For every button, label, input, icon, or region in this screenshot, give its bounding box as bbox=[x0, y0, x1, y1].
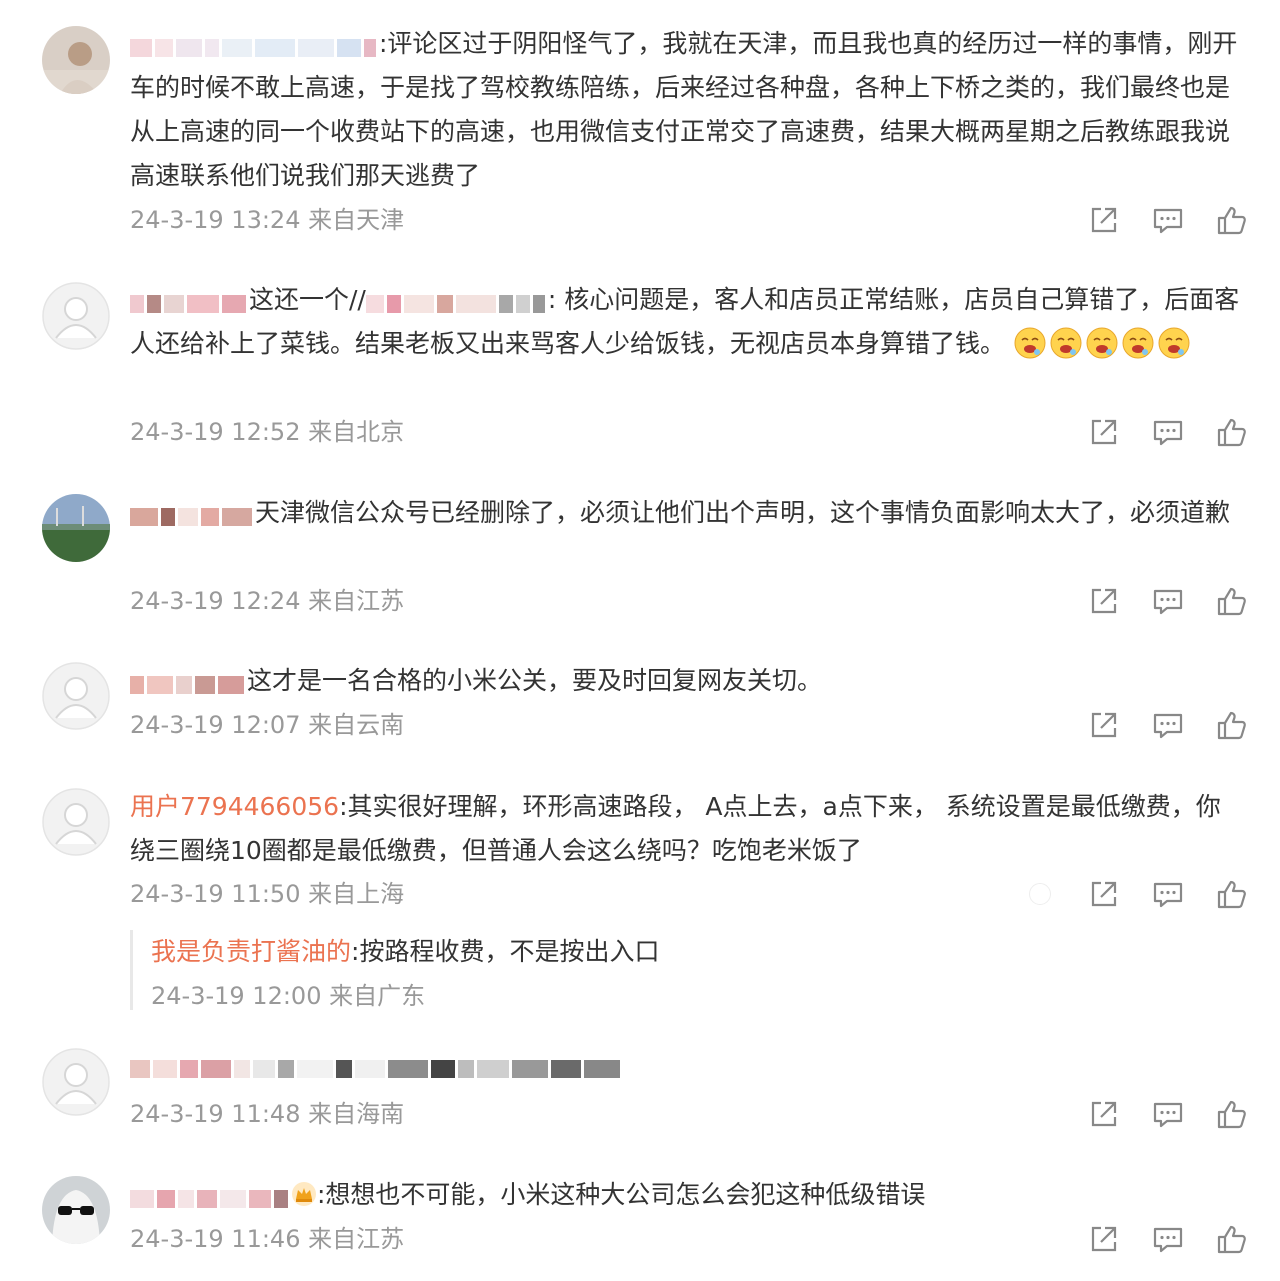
emoji-row bbox=[1005, 327, 1193, 359]
action-bar bbox=[1084, 1094, 1254, 1134]
like-icon[interactable] bbox=[1214, 583, 1250, 619]
avatar[interactable] bbox=[42, 1176, 110, 1244]
avatar[interactable] bbox=[42, 282, 110, 350]
comment-meta: 24-3-19 11:46 来自江苏 bbox=[130, 1225, 405, 1253]
reply-username-link[interactable]: 我是负责打酱油的 bbox=[151, 937, 351, 966]
share-icon[interactable] bbox=[1086, 202, 1122, 238]
like-icon[interactable] bbox=[1214, 1096, 1250, 1132]
reply-meta: 24-3-19 12:00 来自广东 bbox=[151, 982, 426, 1010]
like-icon[interactable] bbox=[1214, 202, 1250, 238]
avatar[interactable] bbox=[42, 788, 110, 856]
comment-text: :想想也不可能，小米这种大公司怎么会犯这种低级错误 bbox=[130, 1173, 1245, 1217]
like-icon[interactable] bbox=[1214, 414, 1250, 450]
blurred-username[interactable] bbox=[130, 494, 255, 526]
username-link[interactable]: 用户7794466056 bbox=[130, 792, 339, 821]
comment-meta: 24-3-19 11:48 来自海南 bbox=[130, 1100, 405, 1128]
crown-badge-icon bbox=[292, 1182, 316, 1206]
share-icon[interactable] bbox=[1086, 1096, 1122, 1132]
drooling-face-emoji bbox=[1122, 327, 1154, 359]
avatar[interactable] bbox=[42, 1048, 110, 1116]
comment-icon[interactable] bbox=[1150, 876, 1186, 912]
comment-icon[interactable] bbox=[1150, 1096, 1186, 1132]
comment-icon[interactable] bbox=[1150, 202, 1186, 238]
comment-meta: 24-3-19 11:50 来自上海 bbox=[130, 880, 405, 908]
comment-meta: 24-3-19 12:52 来自北京 bbox=[130, 418, 405, 446]
comment-icon[interactable] bbox=[1150, 707, 1186, 743]
comment-text: :评论区过于阴阳怪气了，我就在天津，而且我也真的经历过一样的事情，刚开车的时候不… bbox=[130, 22, 1245, 198]
avatar[interactable] bbox=[42, 26, 110, 94]
comment-meta: 24-3-19 13:24 来自天津 bbox=[130, 206, 405, 234]
blurred-username[interactable] bbox=[130, 281, 249, 313]
blurred-username[interactable] bbox=[130, 662, 247, 694]
share-icon[interactable] bbox=[1086, 414, 1122, 450]
share-icon[interactable] bbox=[1086, 1221, 1122, 1257]
blurred-username[interactable] bbox=[365, 281, 548, 313]
comment-text: 这才是一名合格的小米公关，要及时回复网友关切。 bbox=[130, 659, 1245, 703]
drooling-face-emoji bbox=[1086, 327, 1118, 359]
blurred-username[interactable] bbox=[130, 25, 379, 57]
like-icon[interactable] bbox=[1214, 1221, 1250, 1257]
action-bar bbox=[1084, 581, 1254, 621]
comment-meta: 24-3-19 12:07 来自云南 bbox=[130, 711, 405, 739]
like-icon[interactable] bbox=[1214, 707, 1250, 743]
blurred-username[interactable] bbox=[130, 1176, 291, 1208]
drooling-face-emoji bbox=[1014, 327, 1046, 359]
action-bar bbox=[1084, 874, 1254, 914]
action-bar bbox=[1084, 412, 1254, 452]
drooling-face-emoji bbox=[1050, 327, 1082, 359]
action-bar bbox=[1084, 1219, 1254, 1259]
reply-text: 我是负责打酱油的:按路程收费，不是按出入口 bbox=[151, 937, 660, 966]
avatar[interactable] bbox=[42, 662, 110, 730]
report-icon[interactable] bbox=[1029, 883, 1051, 905]
comment-text: 这还一个// : 核心问题是，客人和店员正常结账，店员自己算错了，后面客人还给补… bbox=[130, 278, 1245, 366]
drooling-face-emoji bbox=[1158, 327, 1190, 359]
comment-text: 用户7794466056:其实很好理解，环形高速路段， A点上去，a点下来， 系… bbox=[130, 792, 1221, 865]
comment-text bbox=[130, 1043, 1245, 1087]
action-bar bbox=[1084, 705, 1254, 745]
share-icon[interactable] bbox=[1086, 707, 1122, 743]
share-icon[interactable] bbox=[1086, 876, 1122, 912]
blurred-username[interactable] bbox=[130, 1046, 623, 1078]
comment-meta: 24-3-19 12:24 来自江苏 bbox=[130, 587, 405, 615]
comment-icon[interactable] bbox=[1150, 583, 1186, 619]
comment-icon[interactable] bbox=[1150, 414, 1186, 450]
reply-block: 我是负责打酱油的:按路程收费，不是按出入口 24-3-19 12:00 来自广东 bbox=[130, 930, 1230, 1010]
avatar[interactable] bbox=[42, 494, 110, 562]
action-bar bbox=[1084, 200, 1254, 240]
like-icon[interactable] bbox=[1214, 876, 1250, 912]
share-icon[interactable] bbox=[1086, 583, 1122, 619]
comment-icon[interactable] bbox=[1150, 1221, 1186, 1257]
comment-text: 天津微信公众号已经删除了，必须让他们出个声明，这个事情负面影响太大了，必须道歉 bbox=[130, 491, 1245, 535]
